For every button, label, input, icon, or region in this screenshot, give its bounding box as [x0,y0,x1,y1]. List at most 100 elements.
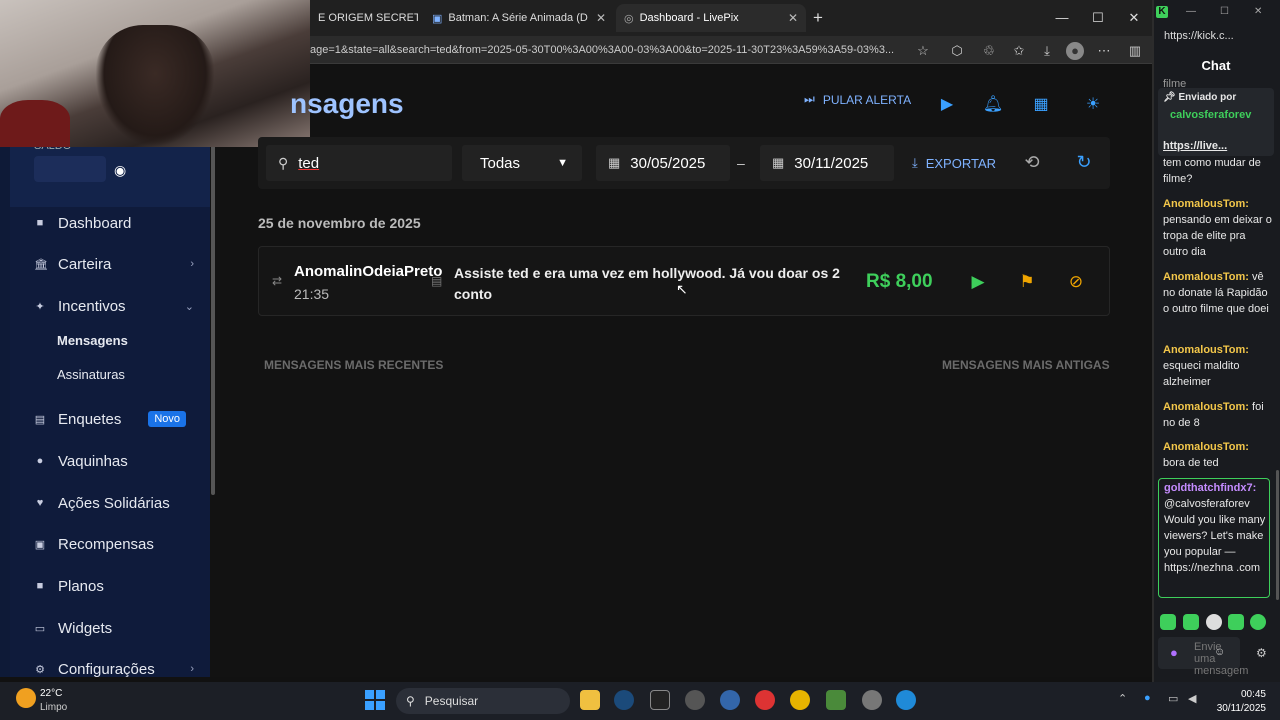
sidebar-item-configuracoes[interactable]: ⚙ Configurações › [34,658,194,680]
edge-icon[interactable] [896,690,916,710]
emote-icon[interactable] [1183,614,1199,630]
kick-url[interactable]: https://kick.c... [1164,30,1234,42]
sidebar-item-label: Carteira [58,255,112,273]
more-menu-icon[interactable]: ⋯ [1095,42,1113,60]
emote-icon[interactable] [1160,614,1176,630]
sidebar-scrollbar[interactable] [211,140,215,495]
app-icon[interactable] [862,690,882,710]
taskbar-search[interactable]: ⚲ Pesquisar [396,688,570,714]
downloads-icon[interactable]: ⤓ [1038,42,1056,60]
refresh-icon[interactable]: ↻ [1073,151,1095,173]
close-window-icon[interactable]: ✕ [1124,8,1144,28]
sidebar-toggle-icon[interactable]: ▥ [1126,42,1144,60]
sidebar-item-acoes-solidarias[interactable]: ♥ Ações Solidárias [34,492,194,514]
tab-batman[interactable]: ▣ Batman: A Série Animada (Dublad ✕ [424,4,614,32]
mic-icon[interactable]: ● [1170,645,1178,660]
search-field[interactable]: ⚲ [266,145,452,181]
mic-tray-icon[interactable]: ● [1144,692,1151,704]
tracking-icon[interactable]: ♲ [980,42,998,60]
new-badge: Novo [148,411,186,427]
weather-moon-icon[interactable] [16,688,36,708]
sidebar-item-planos[interactable]: ■ Planos [34,575,194,597]
app-icon[interactable] [685,690,705,710]
sidebar-item-dashboard[interactable]: ■ Dashboard [34,212,194,234]
skip-icon: ⏭ [804,92,815,106]
minimize-icon[interactable]: — [1052,8,1072,28]
older-messages-link[interactable]: MENSAGENS MAIS ANTIGAS [942,358,1110,372]
kick-minimize-icon[interactable]: — [1186,6,1196,17]
clock-date[interactable]: 30/11/2025 [1206,703,1266,714]
chat-message: AnomalousTom: pensando em deixar o tropa… [1163,196,1273,260]
favorite-star-icon[interactable]: ☆ [914,42,932,60]
sidebar-item-enquetes[interactable]: ▤ Enquetes Novo [34,408,186,430]
status-select[interactable]: Todas ▼ [462,145,582,181]
close-tab-icon[interactable]: ✕ [788,11,798,25]
emote-icon[interactable] [1206,614,1222,630]
sidebar-item-vaquinhas[interactable]: ● Vaquinhas [34,450,194,472]
chat-settings-icon[interactable]: ⚙ [1256,646,1267,660]
play-icon[interactable]: ▶ [967,271,989,293]
steam-icon[interactable] [614,690,634,710]
sidebar-item-incentivos[interactable]: ✦ Incentivos ⌄ [34,295,194,317]
url-field[interactable]: age=1&state=all&search=ted&from=2025-05-… [310,40,910,60]
maximize-icon[interactable]: ☐ [1088,8,1108,28]
search-input[interactable] [298,154,419,172]
tray-chevron-icon[interactable]: ⌃ [1118,692,1127,705]
bank-icon: 🏛 [34,258,48,271]
app-icon[interactable] [826,690,846,710]
extensions-icon[interactable]: ⬡ [948,42,966,60]
kick-maximize-icon[interactable]: ☐ [1220,6,1229,17]
sidebar-item-assinaturas[interactable]: Assinaturas [57,367,125,382]
sidebar-item-mensagens[interactable]: Mensagens [57,333,128,348]
sun-icon[interactable]: ☀ [1082,94,1104,116]
epic-games-icon[interactable] [650,690,670,710]
date-from-field[interactable]: ▦ 30/05/2025 [596,145,730,181]
search-icon: ⚲ [278,154,289,171]
caret-down-icon: ▼ [557,157,568,169]
chat-message: goldthatchfindx7: @calvosferaforev Would… [1164,480,1268,576]
clock-time[interactable]: 00:45 [1228,689,1266,700]
chrome-icon[interactable] [790,690,810,710]
date-to-field[interactable]: ▦ 30/11/2025 [760,145,894,181]
bell-icon[interactable]: 🔔︎ [982,94,1004,116]
network-icon[interactable]: ▭ [1168,692,1178,705]
favorites-icon[interactable]: ✩ [1010,42,1028,60]
message-time: 21:35 [294,286,330,302]
sidebar-item-carteira[interactable]: 🏛 Carteira › [34,253,194,275]
export-button[interactable]: ⤓ EXPORTAR [902,145,1006,181]
windows-start-icon[interactable] [365,690,385,710]
plan-icon: ■ [36,580,44,592]
flag-icon[interactable]: ⚑ [1016,271,1038,293]
date-from-value: 30/05/2025 [630,154,706,172]
sidebar-item-widgets[interactable]: ▭ Widgets [34,617,194,639]
block-icon[interactable]: ⊘ [1065,271,1087,293]
emote-icon[interactable] [1250,614,1266,630]
sidebar-item-recompensas[interactable]: ▣ Recompensas [34,533,194,555]
eye-icon[interactable]: ◉ [114,162,126,179]
emoji-icon[interactable]: ☺ [1214,646,1225,658]
pinned-link[interactable]: https://live... [1163,138,1273,154]
skip-alert-button[interactable]: ⏭ PULAR ALERTA [804,92,911,107]
pinned-user-name: calvosferaforev [1170,109,1252,121]
widget-icon: ▭ [34,622,46,635]
profile-avatar[interactable]: ● [1066,42,1084,60]
calendar-table-icon[interactable]: ▦ [1030,94,1052,116]
dashboard-icon: ■ [36,217,44,229]
sync-icon[interactable]: ⟲ [1021,151,1043,173]
newer-messages-link[interactable]: MENSAGENS MAIS RECENTES [264,358,443,372]
emote-icon[interactable] [1228,614,1244,630]
app-icon[interactable] [720,690,740,710]
status-select-value: Todas [480,154,521,172]
close-tab-icon[interactable]: ✕ [596,11,606,25]
chat-scrollbar[interactable] [1276,470,1279,600]
new-tab-icon[interactable]: + [813,8,823,28]
sidebar-item-label: Incentivos [58,297,126,315]
tab-dashboard-livepix[interactable]: ◎ Dashboard - LivePix ✕ [616,4,806,32]
ea-icon[interactable] [755,690,775,710]
gift-icon: ▣ [34,538,46,551]
file-explorer-icon[interactable] [580,690,600,710]
kick-close-icon[interactable]: ✕ [1254,6,1262,17]
tab-origem-secreta[interactable]: E ORIGEM SECRETA D [310,4,418,32]
youtube-icon[interactable]: ▶ [936,94,958,116]
volume-icon[interactable]: ◀ [1188,692,1196,705]
